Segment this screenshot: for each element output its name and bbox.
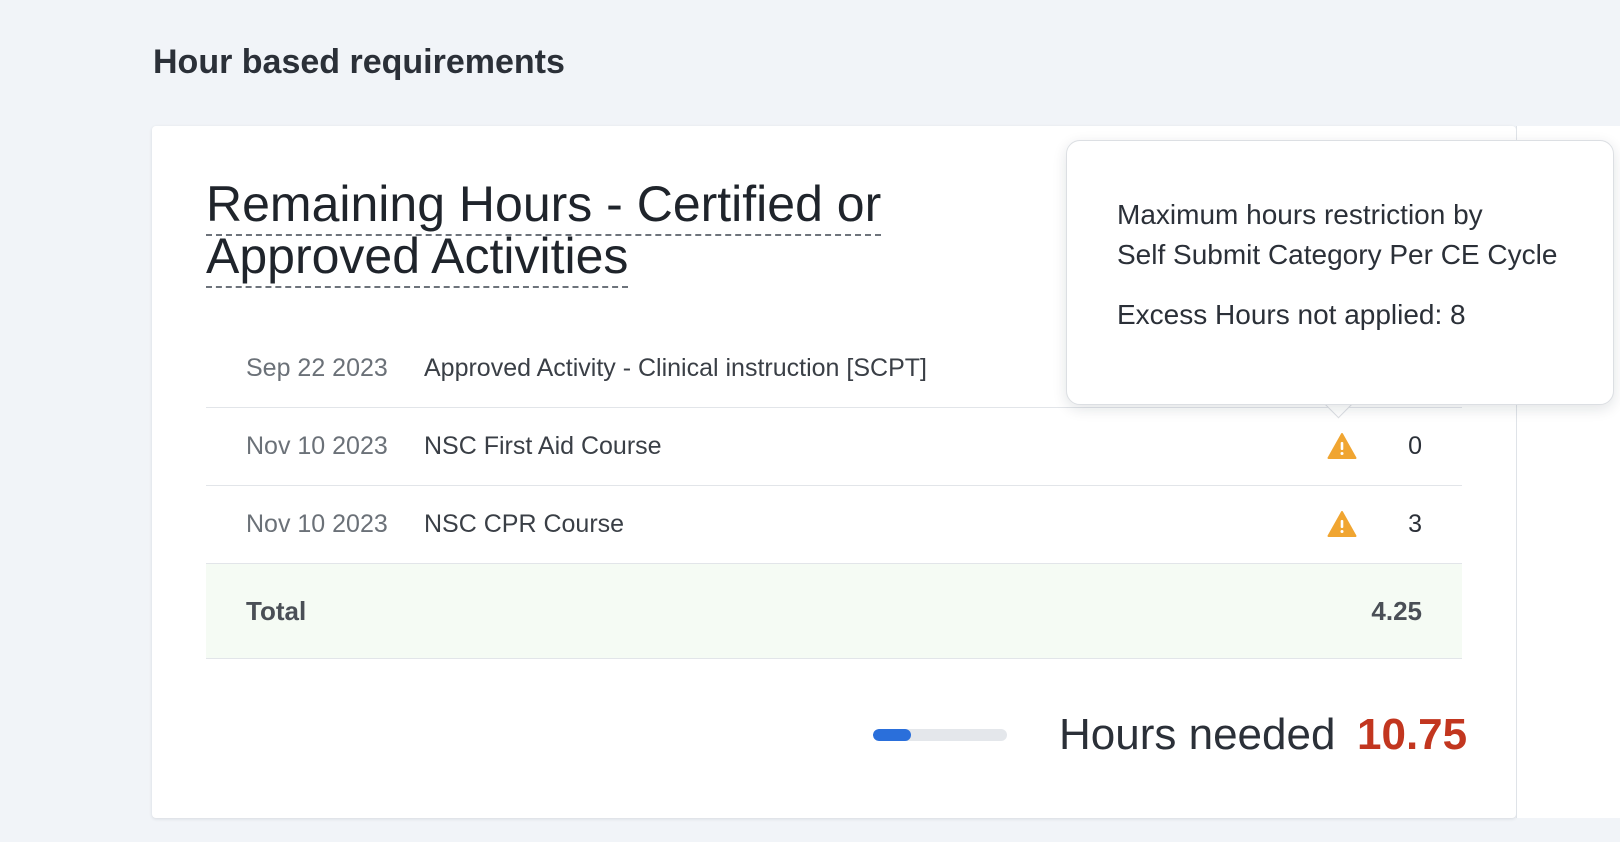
warning-icon[interactable]	[1327, 432, 1357, 460]
warning-tooltip: Maximum hours restriction by Self Submit…	[1066, 140, 1614, 405]
activity-hours: 3	[1408, 510, 1422, 538]
table-row[interactable]: Nov 10 2023 NSC CPR Course 3	[206, 486, 1462, 564]
activity-name: NSC First Aid Course	[424, 432, 662, 460]
activity-date: Nov 10 2023	[246, 432, 388, 460]
requirement-title-text[interactable]: Remaining Hours - Certified or Approved …	[206, 176, 882, 288]
section-title: Hour based requirements	[153, 43, 565, 81]
hours-progress-fill	[873, 729, 911, 741]
tooltip-line-2: Self Submit Category Per CE Cycle	[1117, 239, 1558, 270]
hours-needed-label: Hours needed	[1059, 710, 1336, 759]
activity-date: Nov 10 2023	[246, 510, 388, 538]
activity-name: Approved Activity - Clinical instruction…	[424, 354, 927, 382]
activity-name: NSC CPR Course	[424, 510, 625, 538]
warning-icon[interactable]	[1327, 510, 1357, 538]
total-label: Total	[246, 596, 307, 626]
activity-date: Sep 22 2023	[246, 354, 388, 382]
hours-progress-bar	[873, 729, 1007, 741]
total-row: Total 4.25	[206, 564, 1462, 659]
activity-hours: 0	[1408, 432, 1422, 460]
table-row[interactable]: Nov 10 2023 NSC First Aid Course 0	[206, 408, 1462, 486]
tooltip-line-1: Maximum hours restriction by	[1117, 199, 1483, 230]
tooltip-excess: Excess Hours not applied: 8	[1117, 299, 1466, 330]
requirement-title[interactable]: Remaining Hours - Certified or Approved …	[206, 176, 1106, 288]
total-value: 4.25	[1371, 596, 1422, 626]
hours-needed-value: 10.75	[1357, 710, 1468, 759]
